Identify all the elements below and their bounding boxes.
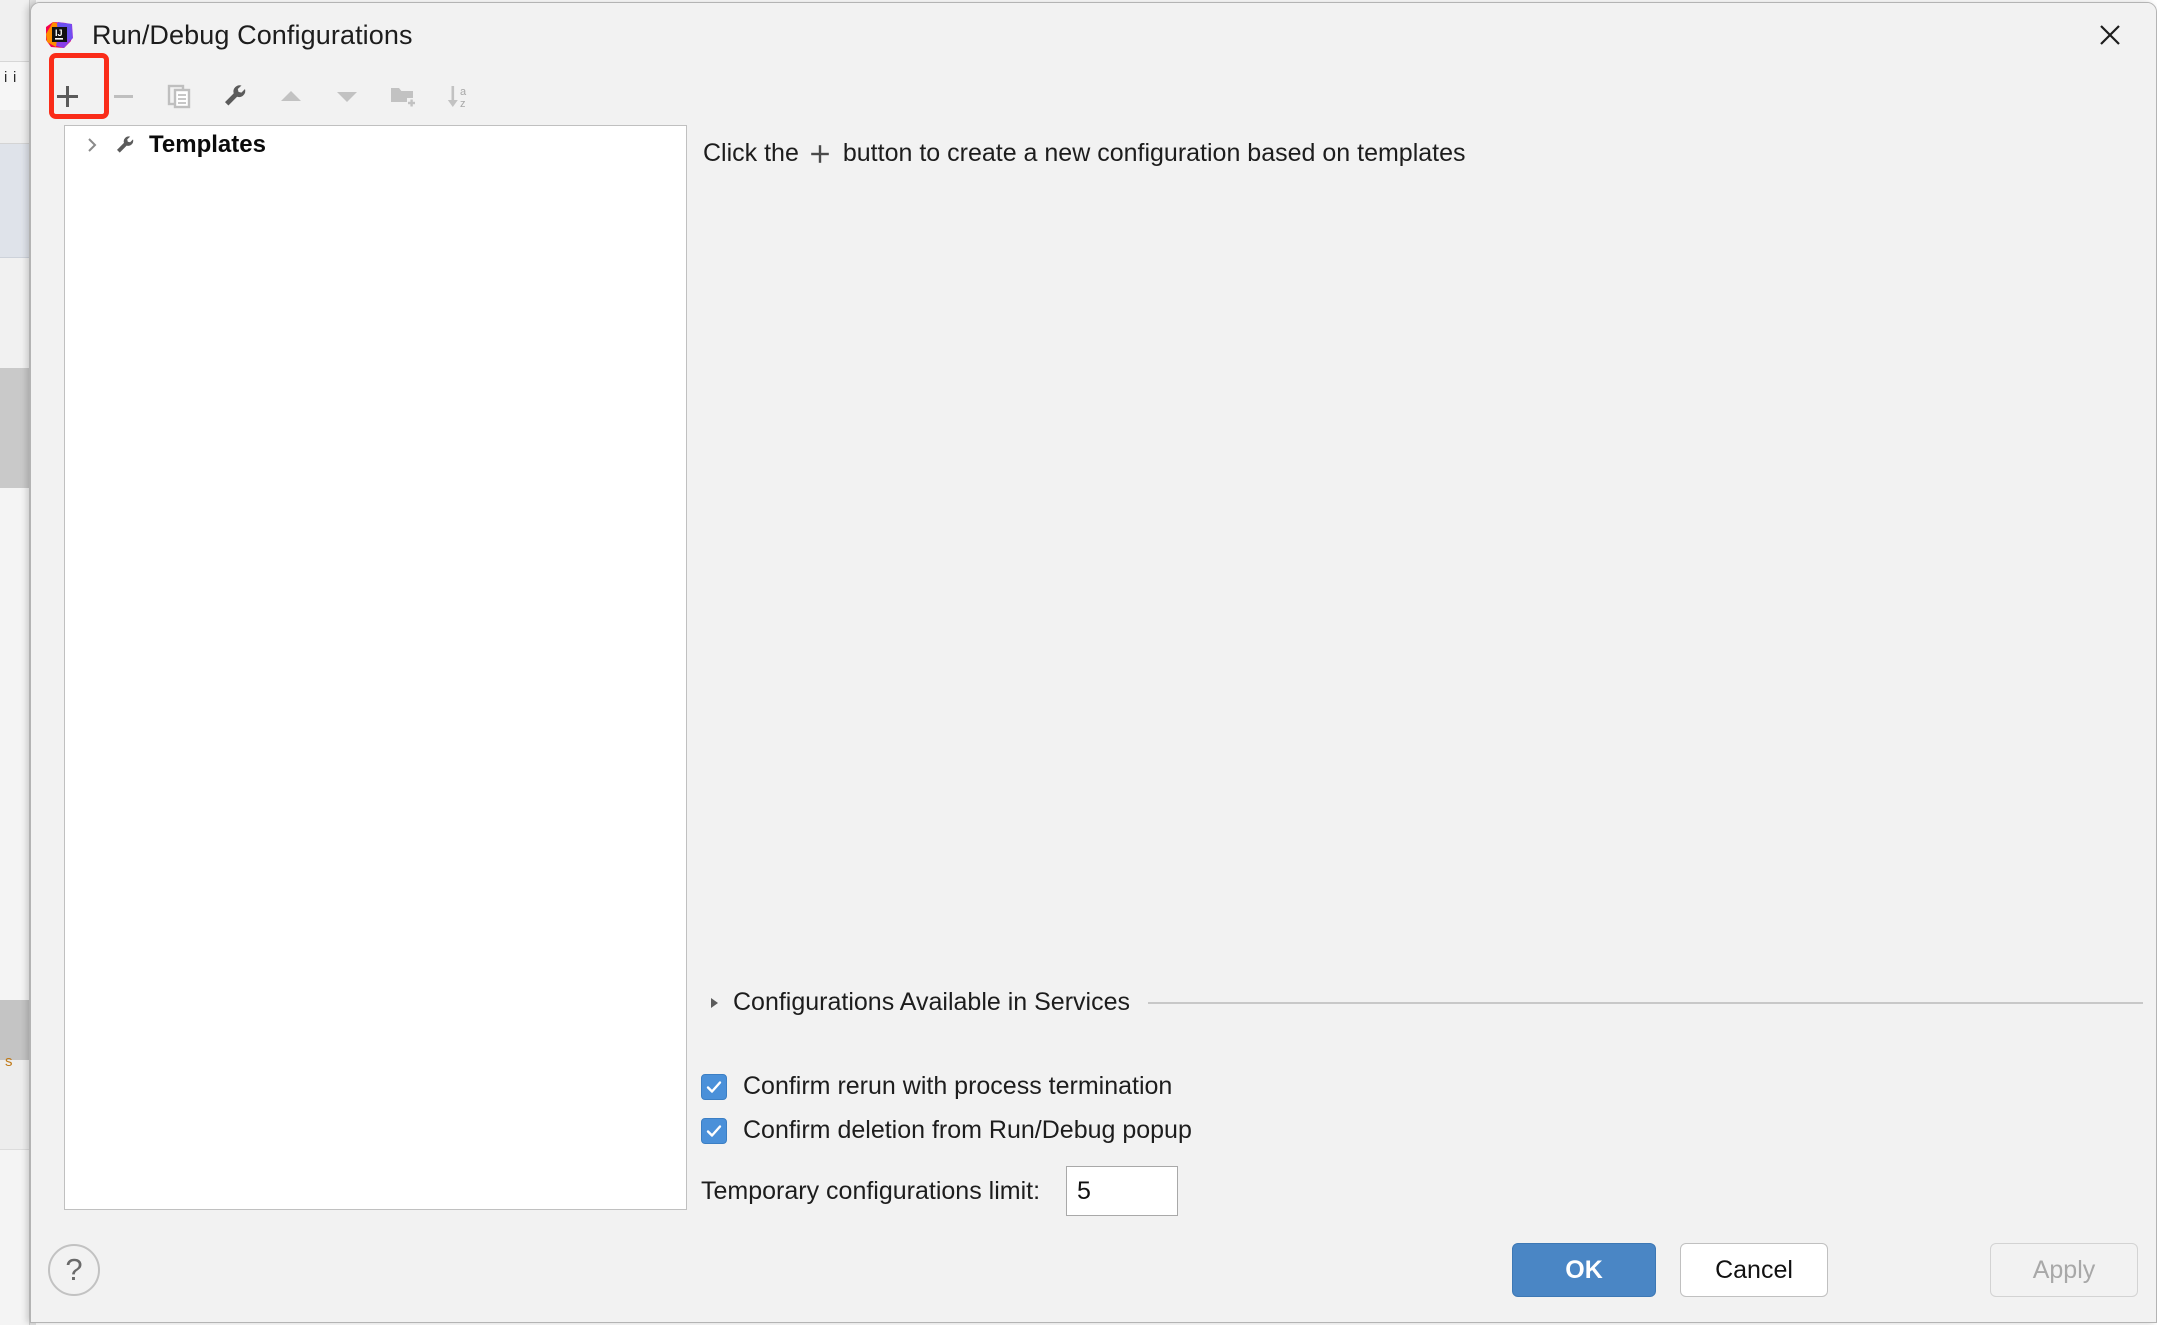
tree-item-templates[interactable]: Templates: [65, 126, 686, 164]
new-folder-button[interactable]: [379, 72, 427, 120]
add-configuration-button[interactable]: [43, 72, 91, 120]
dialog-titlebar: IJ Run/Debug Configurations: [31, 3, 2156, 67]
plus-icon: [808, 142, 832, 166]
checkmark-icon[interactable]: [701, 1117, 727, 1144]
checkmark-icon[interactable]: [701, 1073, 727, 1100]
section-divider: [1148, 1001, 2143, 1004]
backdrop-glyph: i: [13, 69, 17, 86]
move-down-button[interactable]: [323, 72, 371, 120]
remove-configuration-button[interactable]: [99, 72, 147, 120]
configurations-tree[interactable]: Templates: [64, 125, 687, 1210]
confirm-rerun-checkbox[interactable]: Confirm rerun with process termination: [701, 1072, 1172, 1101]
arrow-down-icon: [337, 92, 357, 102]
configuration-detail-panel: Click the button to create a new configu…: [687, 125, 2156, 1216]
temporary-limit-row: Temporary configurations limit:: [701, 1166, 1179, 1216]
dialog-title: Run/Debug Configurations: [92, 19, 413, 50]
ok-button[interactable]: OK: [1512, 1243, 1656, 1297]
copy-icon: [167, 84, 191, 109]
empty-state-hint: Click the button to create a new configu…: [703, 139, 1466, 168]
svg-text:a: a: [460, 86, 467, 98]
copy-configuration-button[interactable]: [155, 72, 203, 120]
cancel-button[interactable]: Cancel: [1680, 1243, 1828, 1297]
minus-icon: [114, 95, 133, 98]
help-button[interactable]: ?: [48, 1244, 100, 1296]
close-icon[interactable]: [2086, 11, 2134, 59]
sort-configurations-button[interactable]: a z: [435, 72, 483, 120]
wrench-icon: [225, 85, 246, 106]
confirm-deletion-checkbox[interactable]: Confirm deletion from Run/Debug popup: [701, 1116, 1192, 1145]
wrench-icon: [111, 132, 139, 158]
intellij-idea-icon: IJ: [44, 20, 74, 50]
empty-state-hint-prefix: Click the: [703, 139, 799, 167]
plus-icon: [57, 86, 78, 107]
confirm-rerun-label: Confirm rerun with process termination: [743, 1072, 1173, 1100]
services-section-label: Configurations Available in Services: [733, 988, 1130, 1016]
run-debug-configurations-dialog: IJ Run/Debug Configurations a z Template…: [30, 2, 2157, 1323]
configurations-toolbar: a z: [31, 53, 2156, 125]
temporary-limit-input[interactable]: [1066, 1166, 1179, 1216]
arrow-up-icon: [281, 91, 301, 101]
move-up-button[interactable]: [267, 72, 315, 120]
backdrop-glyph: i: [4, 69, 8, 86]
dialog-body: Templates Click the button to create a n…: [31, 125, 2156, 1225]
tree-item-label: Templates: [149, 131, 266, 158]
svg-text:z: z: [460, 98, 466, 110]
apply-button[interactable]: Apply: [1990, 1243, 2138, 1297]
confirm-deletion-label: Confirm deletion from Run/Debug popup: [743, 1116, 1192, 1144]
services-section-header[interactable]: Configurations Available in Services: [701, 988, 2151, 1017]
dialog-footer: ? OK Cancel Apply: [31, 1223, 2156, 1322]
edit-templates-button[interactable]: [211, 72, 259, 120]
backdrop-glyph: s: [5, 1053, 13, 1070]
triangle-right-icon[interactable]: [701, 995, 727, 1011]
folder-add-icon: [391, 88, 416, 107]
empty-state-hint-suffix: button to create a new configuration bas…: [842, 139, 1466, 167]
temporary-limit-label: Temporary configurations limit:: [701, 1176, 1041, 1205]
sort-az-icon: a z: [447, 86, 467, 110]
svg-text:IJ: IJ: [55, 28, 63, 38]
chevron-right-icon[interactable]: [79, 132, 105, 158]
